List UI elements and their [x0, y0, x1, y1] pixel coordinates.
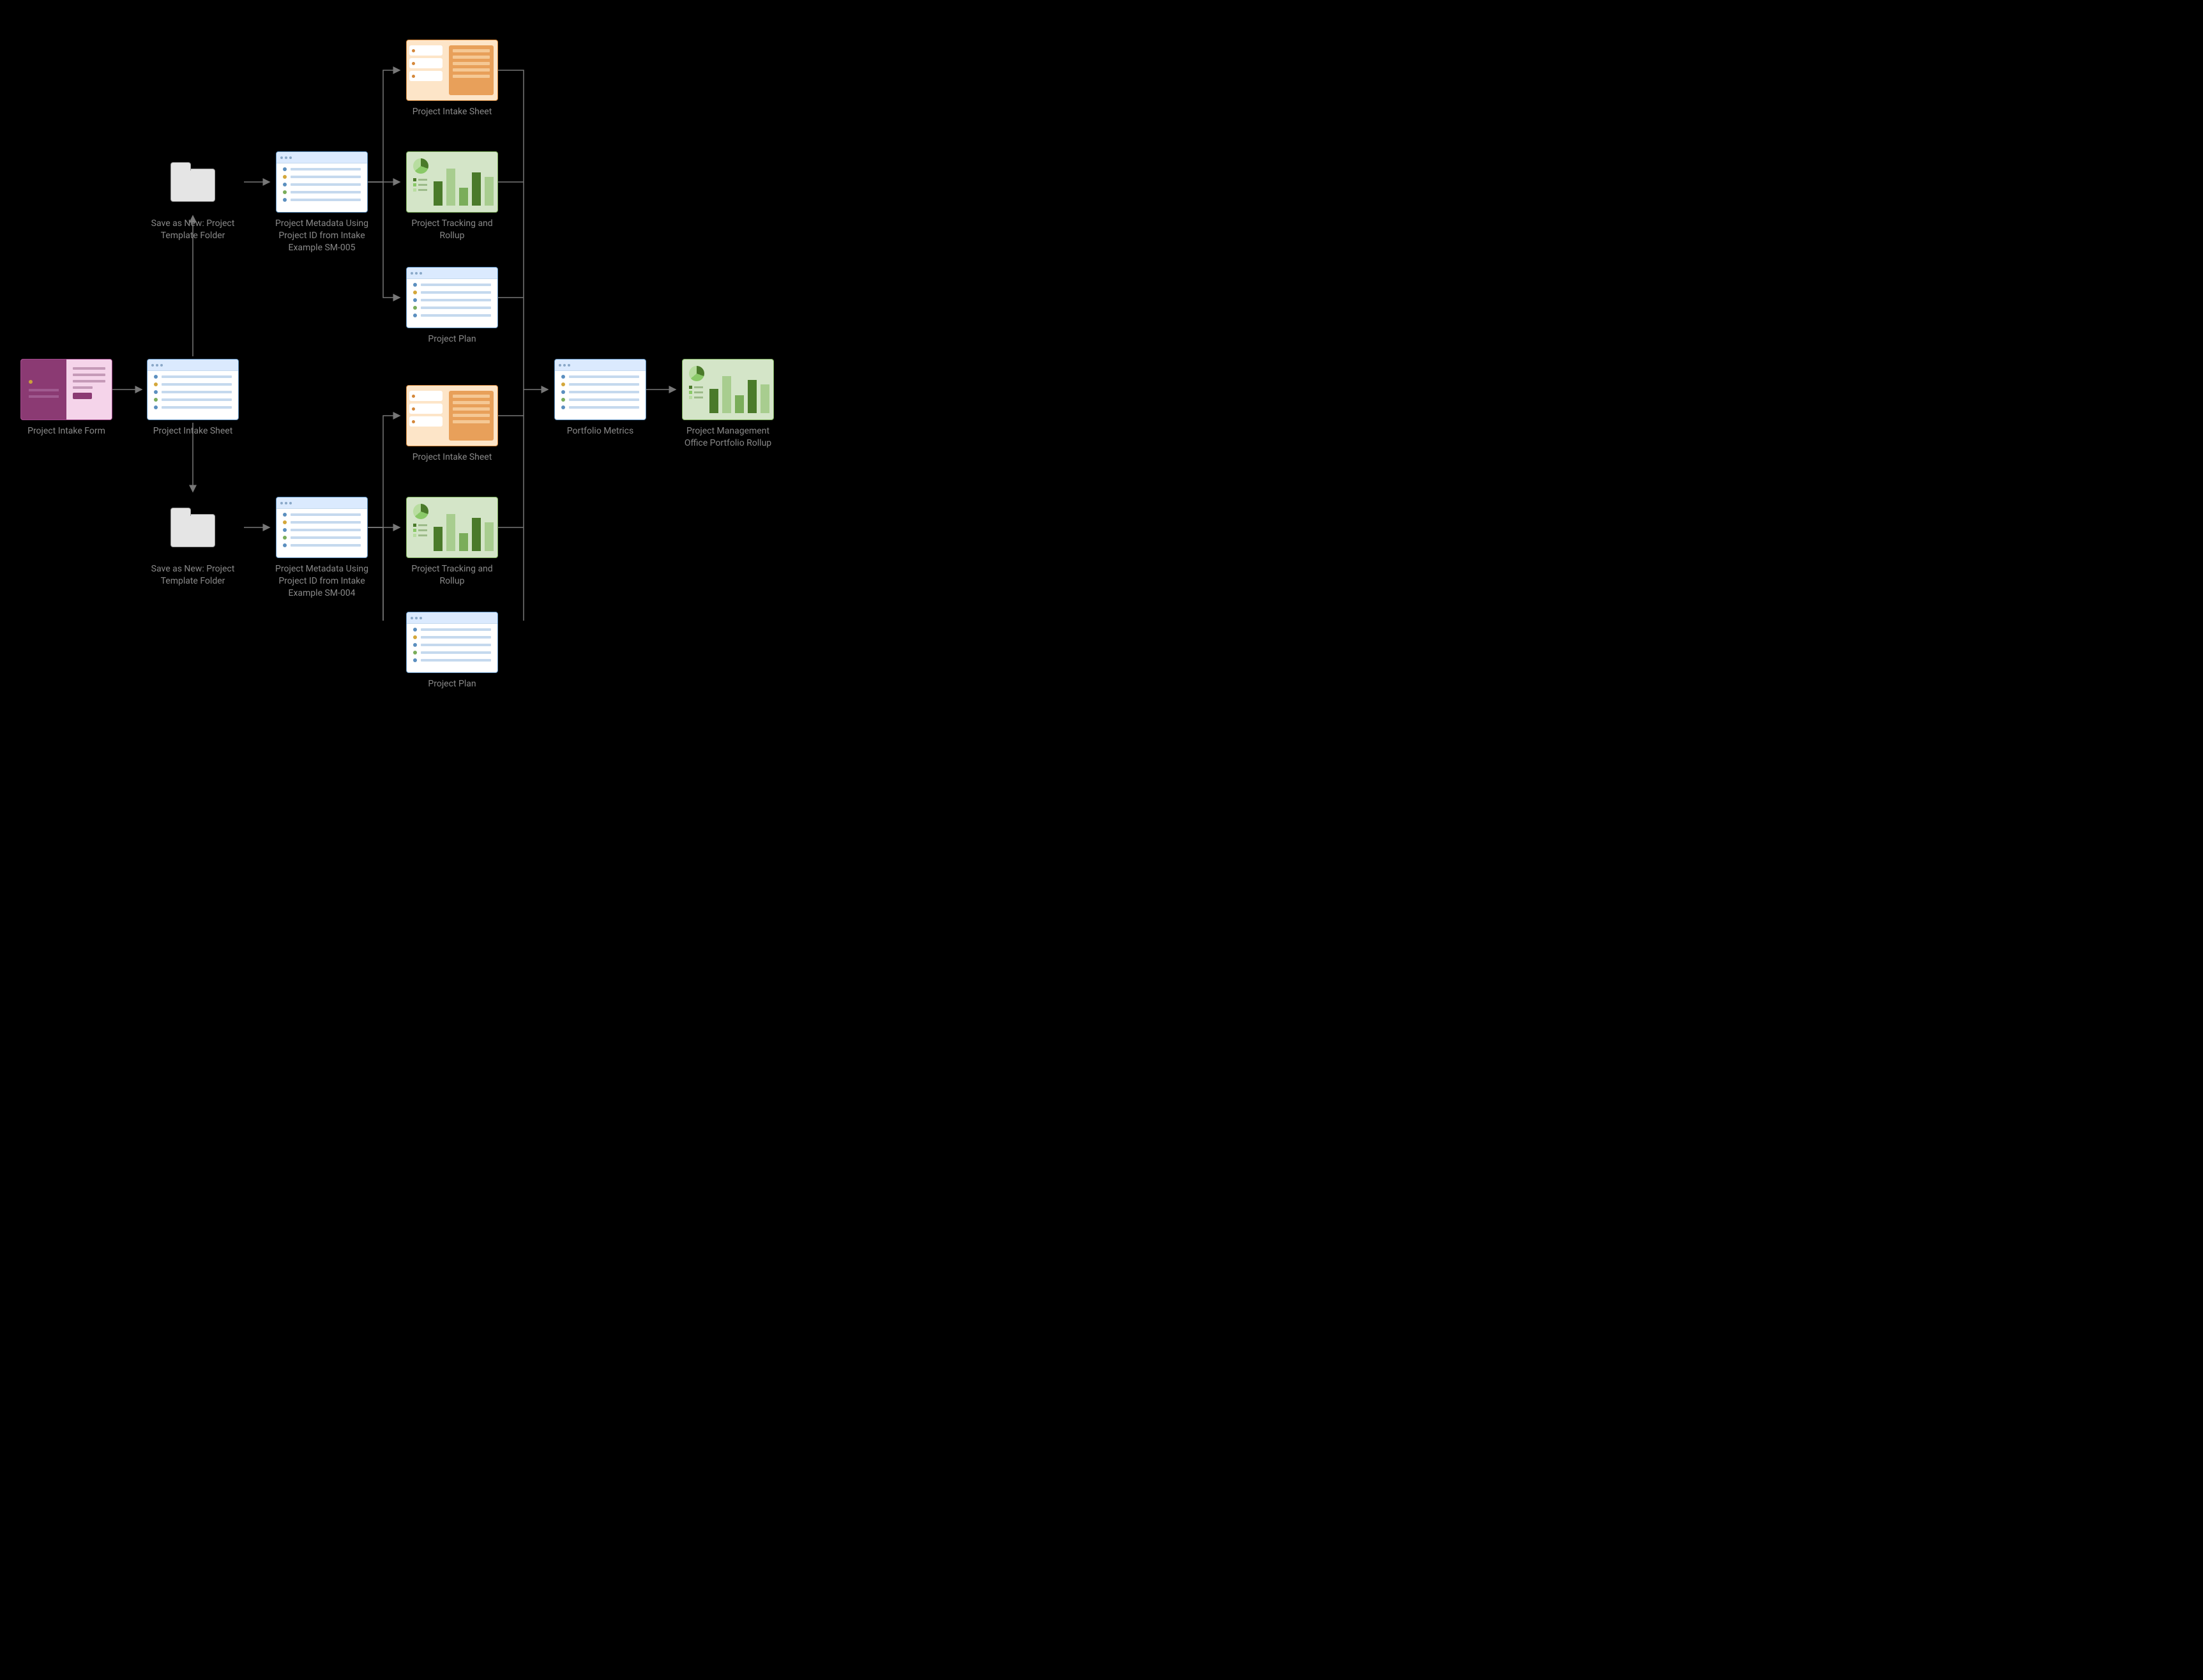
- sheet-card-icon: [276, 497, 368, 558]
- folder-icon: [147, 497, 239, 558]
- sheet-card-icon: [406, 267, 498, 328]
- node-plan-bot: Project Plan: [401, 612, 503, 690]
- label-pis-bot: Project Intake Sheet: [413, 451, 492, 464]
- dashboard-card-icon: [406, 497, 498, 558]
- report-card-icon: [406, 385, 498, 446]
- label-pmo-rollup: Project Management Office Portfolio Roll…: [677, 425, 779, 450]
- label-ptr-bot: Project Tracking and Rollup: [401, 563, 503, 587]
- report-card-icon: [406, 40, 498, 101]
- node-portfolio-metrics: Portfolio Metrics: [549, 359, 651, 437]
- label-portfolio-metrics: Portfolio Metrics: [567, 425, 633, 437]
- label-project-intake-form: Project Intake Form: [27, 425, 105, 437]
- node-pmo-rollup: Project Management Office Portfolio Roll…: [677, 359, 779, 450]
- label-plan-bot: Project Plan: [428, 678, 476, 690]
- label-ptr-top: Project Tracking and Rollup: [401, 218, 503, 242]
- node-folder-top: Save as New: Project Template Folder: [142, 151, 244, 242]
- node-metadata-top: Project Metadata Using Project ID from I…: [271, 151, 373, 254]
- folder-icon: [147, 151, 239, 213]
- node-plan-top: Project Plan: [401, 267, 503, 345]
- sheet-card-icon: [406, 612, 498, 673]
- node-metadata-bottom: Project Metadata Using Project ID from I…: [271, 497, 373, 600]
- node-pis-bot: Project Intake Sheet: [401, 385, 503, 464]
- label-pis-top: Project Intake Sheet: [413, 106, 492, 118]
- label-project-intake-sheet-source: Project Intake Sheet: [153, 425, 233, 437]
- node-ptr-bot: Project Tracking and Rollup: [401, 497, 503, 587]
- dashboard-card-icon: [406, 151, 498, 213]
- node-folder-bottom: Save as New: Project Template Folder: [142, 497, 244, 587]
- label-plan-top: Project Plan: [428, 333, 476, 345]
- sheet-card-icon: [554, 359, 646, 420]
- label-metadata-bottom: Project Metadata Using Project ID from I…: [271, 563, 373, 600]
- dashboard-card-icon: [682, 359, 774, 420]
- form-card-icon: [20, 359, 112, 420]
- node-ptr-top: Project Tracking and Rollup: [401, 151, 503, 242]
- node-pis-top: Project Intake Sheet: [401, 40, 503, 118]
- sheet-card-icon: [147, 359, 239, 420]
- node-project-intake-sheet-source: Project Intake Sheet: [142, 359, 244, 437]
- label-folder-bottom: Save as New: Project Template Folder: [142, 563, 244, 587]
- sheet-card-icon: [276, 151, 368, 213]
- label-metadata-top: Project Metadata Using Project ID from I…: [271, 218, 373, 254]
- node-project-intake-form: Project Intake Form: [15, 359, 117, 437]
- label-folder-top: Save as New: Project Template Folder: [142, 218, 244, 242]
